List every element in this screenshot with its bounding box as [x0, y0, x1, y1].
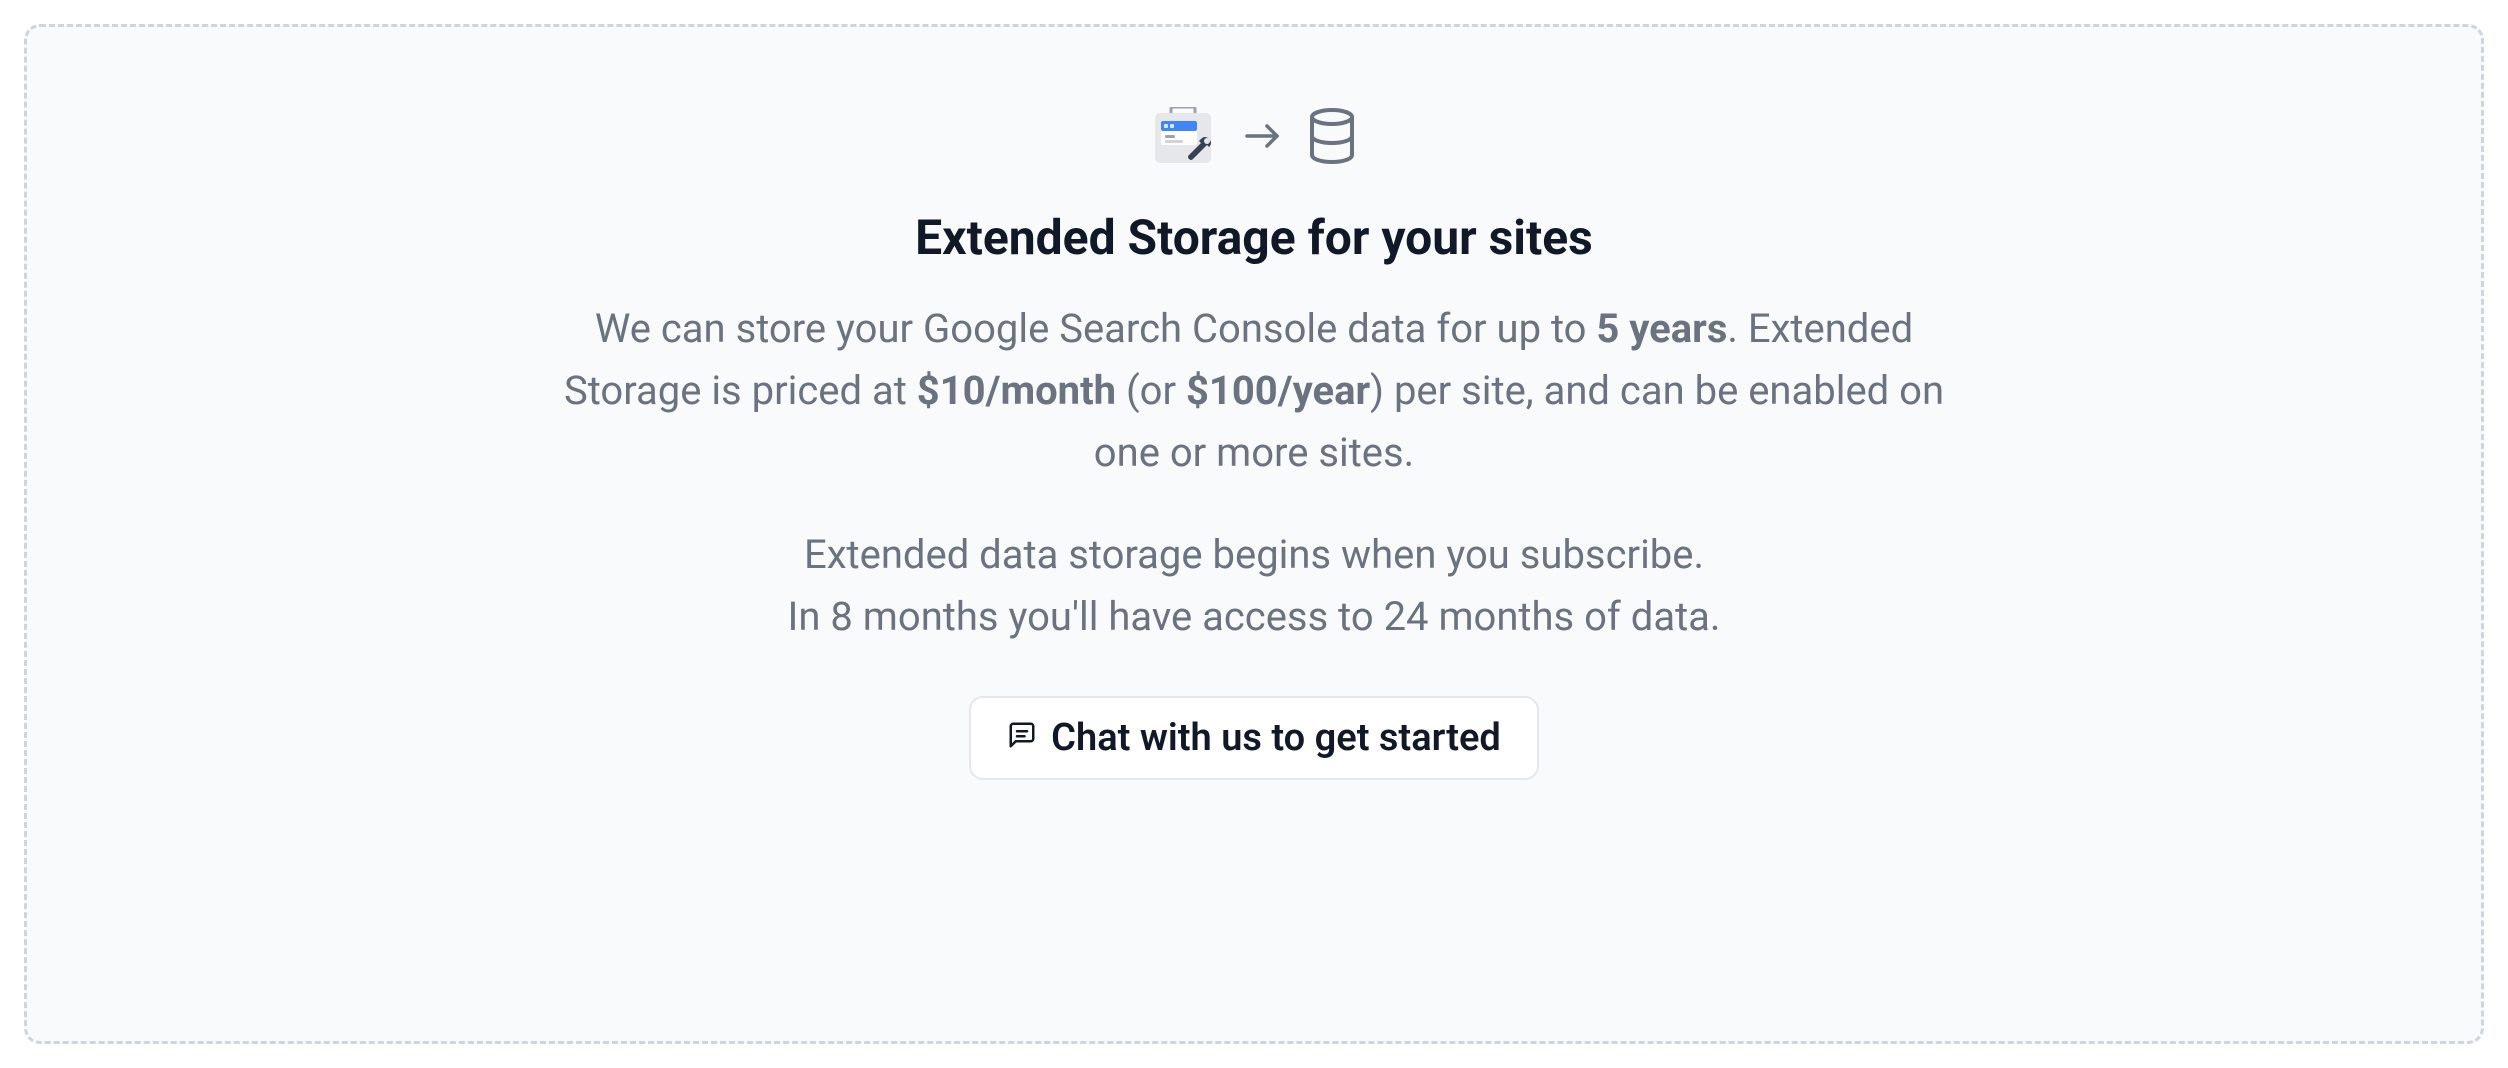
card-heading: Extended Storage for your sites	[915, 209, 1593, 266]
chat-button-label: Chat with us to get started	[1051, 716, 1501, 760]
card-description: We can store your Google Search Console …	[554, 298, 1954, 484]
desc-text: We can store your Google Search Console …	[595, 305, 1597, 352]
chat-icon	[1007, 716, 1037, 760]
database-icon	[1307, 107, 1357, 169]
icon-row	[1151, 107, 1357, 169]
desc-price-yearly: $100/year	[1186, 367, 1370, 414]
secondary-line-1: Extended data storage begins when you su…	[804, 531, 1704, 578]
chat-button[interactable]: Chat with us to get started	[969, 696, 1539, 780]
card-secondary-description: Extended data storage begins when you su…	[788, 524, 1721, 648]
arrow-right-icon	[1243, 121, 1283, 155]
extended-storage-card: Extended Storage for your sites We can s…	[24, 24, 2484, 1044]
search-console-icon	[1151, 107, 1219, 169]
secondary-line-2: In 8 months you'll have access to 24 mon…	[788, 593, 1721, 640]
desc-duration: 5 years	[1596, 305, 1727, 352]
desc-text: (or	[1116, 367, 1186, 414]
desc-price-monthly: $10/month	[917, 367, 1116, 414]
